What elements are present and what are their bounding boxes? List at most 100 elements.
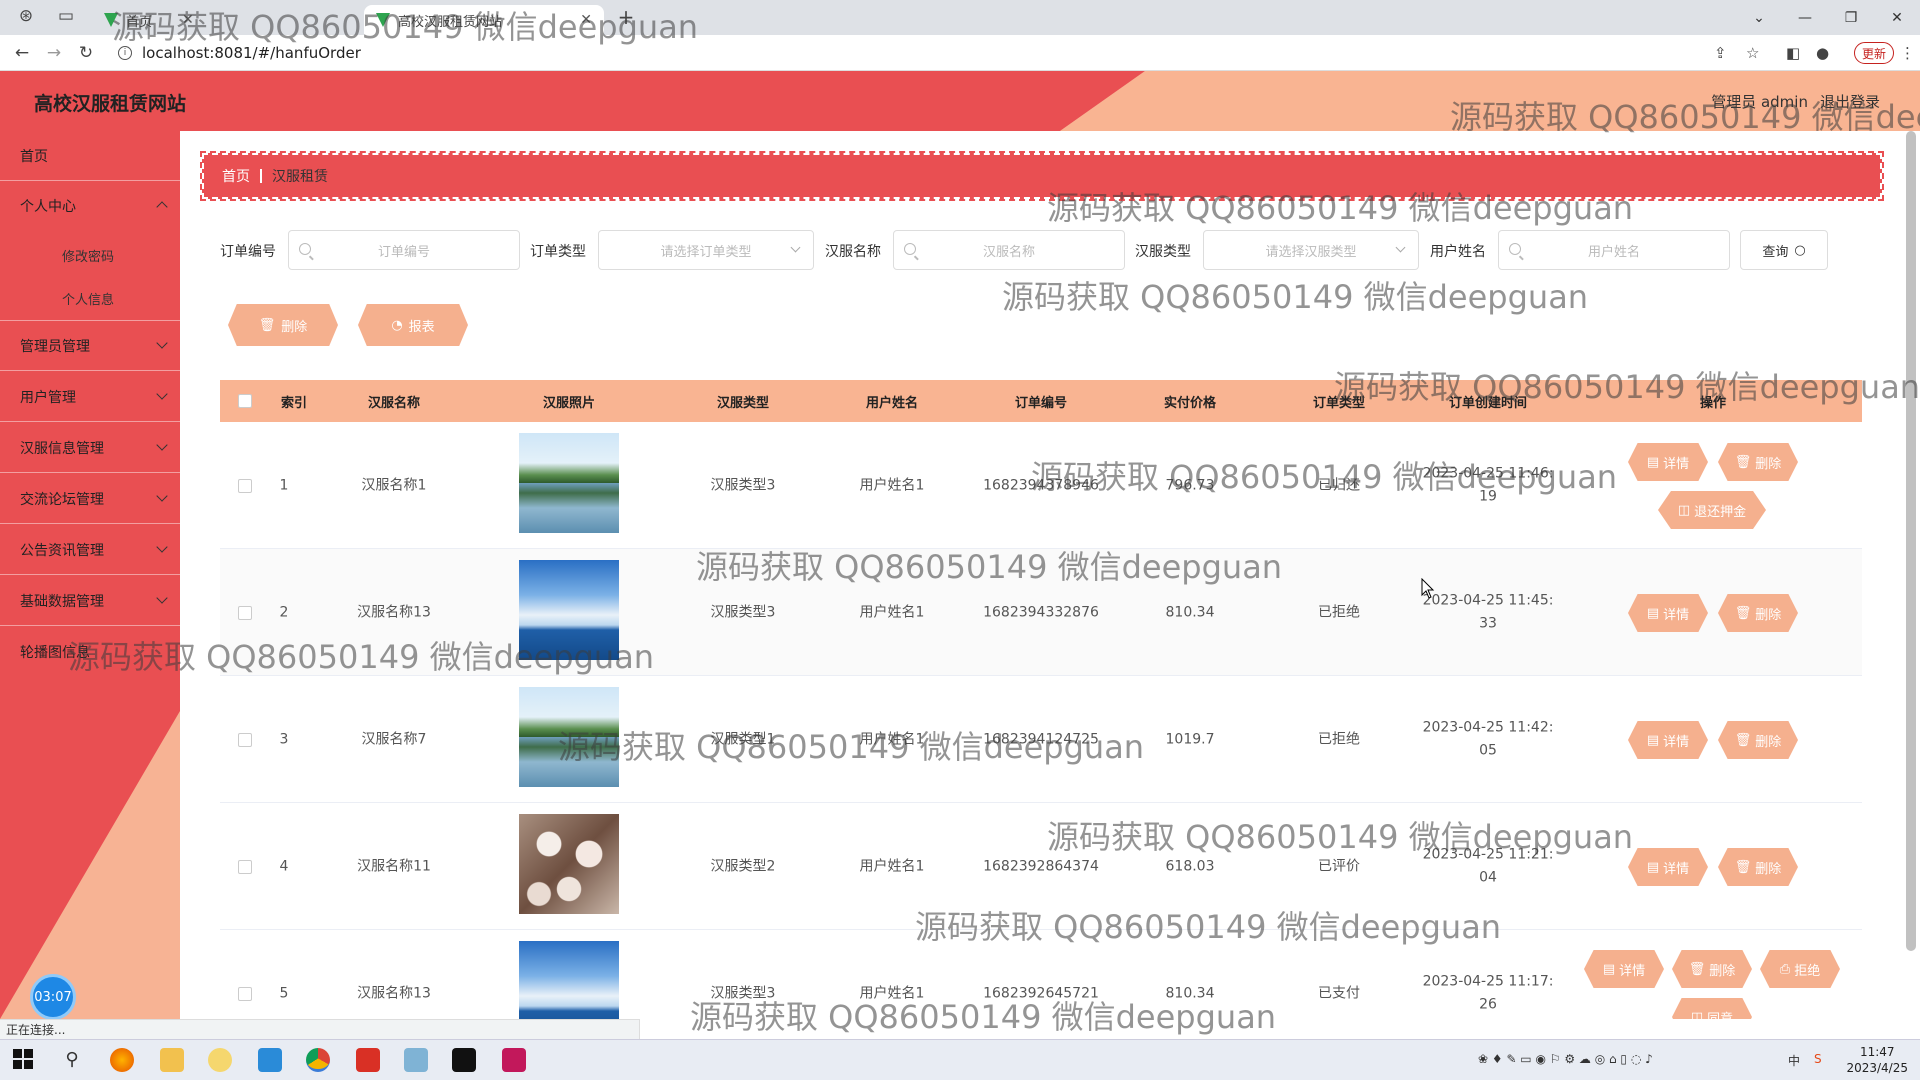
approve-button[interactable]: ◫ 同意 [1672, 998, 1752, 1019]
sidebar-item-hanfu-management[interactable]: 汉服信息管理 [0, 423, 180, 473]
close-window-icon[interactable]: ✕ [1874, 0, 1920, 35]
hanfu-photo[interactable] [519, 814, 619, 914]
row-checkbox[interactable] [238, 987, 252, 1001]
detail-button[interactable]: ▤ 详情 [1628, 721, 1708, 759]
batch-delete-button[interactable]: 🗑 删除 [228, 304, 338, 346]
vscode-icon[interactable] [258, 1048, 282, 1072]
table-header: 索引 汉服名称 汉服照片 汉服类型 用户姓名 订单编号 实付价格 订单类型 订单… [220, 380, 1862, 422]
order-no-input[interactable]: 订单编号 [288, 230, 520, 270]
taskbar-clock[interactable]: 11:47 2023/4/25 [1846, 1044, 1908, 1076]
trash-icon: 🗑 [1734, 454, 1752, 470]
row-checkbox[interactable] [238, 733, 252, 747]
profile-avatar-icon[interactable]: ● [1816, 44, 1829, 62]
terminal-icon[interactable] [452, 1048, 476, 1072]
browser-profile-icon[interactable]: ⊛ [14, 5, 38, 27]
restore-icon[interactable]: ❐ [1828, 0, 1874, 35]
cell-price: 810.34 [1165, 604, 1215, 621]
app-icon[interactable] [208, 1048, 232, 1072]
browser-menu-icon[interactable]: ⋮ [1900, 44, 1915, 62]
row-checkbox[interactable] [238, 606, 252, 620]
cell-status: 已拒绝 [1318, 604, 1360, 621]
order-no-label: 订单编号 [220, 244, 276, 260]
search-icon[interactable]: ⚲ [60, 1048, 84, 1072]
update-button[interactable]: 更新 [1854, 42, 1894, 64]
hanfu-type-select[interactable]: 请选择汉服类型 [1203, 230, 1419, 270]
column-header: 用户姓名 [865, 395, 919, 411]
delete-button[interactable]: 🗑 删除 [1718, 443, 1798, 481]
notepad-icon[interactable] [404, 1048, 428, 1072]
hanfu-photo[interactable] [519, 560, 619, 660]
sidebar-item-notice-management[interactable]: 公告资讯管理 [0, 525, 180, 575]
order-type-select[interactable]: 请选择订单类型 [598, 230, 814, 270]
hanfu-photo[interactable] [519, 941, 619, 1019]
file-explorer-icon[interactable] [160, 1048, 184, 1072]
refund-deposit-button[interactable]: ◫ 退还押金 [1658, 491, 1766, 529]
sidepanel-icon[interactable]: ◧ [1786, 44, 1800, 62]
sidebar-item-label: 公告资讯管理 [20, 542, 104, 559]
delete-button[interactable]: 🗑 删除 [1718, 848, 1798, 886]
sidebar-item-home[interactable]: 首页 [0, 131, 180, 181]
hanfu-photo[interactable] [519, 433, 619, 533]
site-title: 高校汉服租赁网站 [34, 93, 187, 115]
button-label: 删除 [1709, 963, 1736, 979]
tab-search-icon[interactable]: ▭ [54, 5, 78, 27]
sidebar-item-carousel[interactable]: 轮播图信息 [0, 627, 180, 677]
reload-icon[interactable]: ↻ [74, 42, 98, 64]
tray-icons[interactable]: ❀ ♦ ✎ ▭ ◉ ⚐ ⚙ ☁ ◎ ⌂ ▯ ◌ ♪ [1478, 1052, 1653, 1066]
reject-button[interactable]: ⎙ 拒绝 [1760, 950, 1840, 988]
document-icon: ▤ [1646, 732, 1660, 748]
detail-button[interactable]: ▤ 详情 [1628, 443, 1708, 481]
ime-sogou-icon[interactable]: S [1814, 1052, 1822, 1066]
close-tab-icon[interactable]: ✕ [580, 12, 592, 28]
new-tab-button[interactable]: + [614, 5, 638, 29]
watermark: 源码获取 QQ86050149 微信deepguan [1002, 278, 1589, 316]
hanfu-name-input[interactable]: 汉服名称 [893, 230, 1125, 270]
detail-button[interactable]: ▤ 详情 [1584, 950, 1664, 988]
forward-icon[interactable]: → [42, 42, 66, 64]
delete-button[interactable]: 🗑 删除 [1718, 721, 1798, 759]
bookmark-star-icon[interactable]: ☆ [1746, 44, 1759, 62]
row-checkbox[interactable] [238, 860, 252, 874]
sidebar-item-personal-info[interactable]: 个人信息 [0, 277, 180, 321]
query-button[interactable]: 查询 ○ [1740, 230, 1828, 270]
browser-tab-active[interactable]: 高校汉服租赁网站 ✕ [364, 5, 604, 35]
row-checkbox[interactable] [238, 479, 252, 493]
firefox-icon[interactable] [110, 1048, 134, 1072]
sidebar-item-admin-management[interactable]: 管理员管理 [0, 321, 180, 371]
report-button[interactable]: ◔ 报表 [358, 304, 468, 346]
windows-start-icon[interactable] [12, 1048, 36, 1072]
browser-tab-home[interactable]: 首页 ✕ [92, 5, 352, 35]
delete-button[interactable]: 🗑 删除 [1718, 594, 1798, 632]
sidebar-item-personal-center[interactable]: 个人中心 [0, 181, 180, 231]
timer-badge[interactable]: 03:07 [30, 974, 76, 1020]
sidebar-item-base-data-management[interactable]: 基础数据管理 [0, 576, 180, 626]
close-tab-icon[interactable]: ✕ [182, 12, 194, 28]
minimize-icon[interactable]: — [1782, 0, 1828, 35]
delete-button[interactable]: 🗑 删除 [1672, 950, 1752, 988]
sidebar-item-user-management[interactable]: 用户管理 [0, 372, 180, 422]
wps-icon[interactable] [356, 1048, 380, 1072]
query-button-label: 查询 [1762, 244, 1789, 260]
site-info-icon[interactable]: i [118, 46, 132, 60]
back-icon[interactable]: ← [10, 42, 34, 64]
share-icon[interactable]: ⇪ [1714, 44, 1727, 62]
document-icon: ▤ [1646, 454, 1660, 470]
tab-list-chevron-icon[interactable]: ⌄ [1736, 0, 1782, 35]
intellij-icon[interactable] [502, 1048, 526, 1072]
chevron-down-icon [156, 439, 168, 451]
chrome-icon[interactable] [306, 1048, 330, 1072]
sidebar-item-change-password[interactable]: 修改密码 [0, 233, 180, 277]
address-bar[interactable]: i localhost:8081/#/hanfuOrder [108, 39, 1748, 67]
ime-indicator[interactable]: 中 [1788, 1052, 1800, 1069]
sidebar-item-forum-management[interactable]: 交流论坛管理 [0, 474, 180, 524]
detail-button[interactable]: ▤ 详情 [1628, 848, 1708, 886]
select-all-checkbox[interactable] [238, 394, 252, 408]
hanfu-photo[interactable] [519, 687, 619, 787]
user-name-input[interactable]: 用户姓名 [1498, 230, 1730, 270]
button-label: 详情 [1663, 607, 1690, 623]
detail-button[interactable]: ▤ 详情 [1628, 594, 1708, 632]
cell-order-no: 1682394378946 [983, 477, 1099, 494]
breadcrumb-home[interactable]: 首页 [222, 166, 250, 186]
page-scrollbar[interactable] [1906, 131, 1916, 951]
logout-link[interactable]: 退出登录 [1820, 91, 1880, 112]
